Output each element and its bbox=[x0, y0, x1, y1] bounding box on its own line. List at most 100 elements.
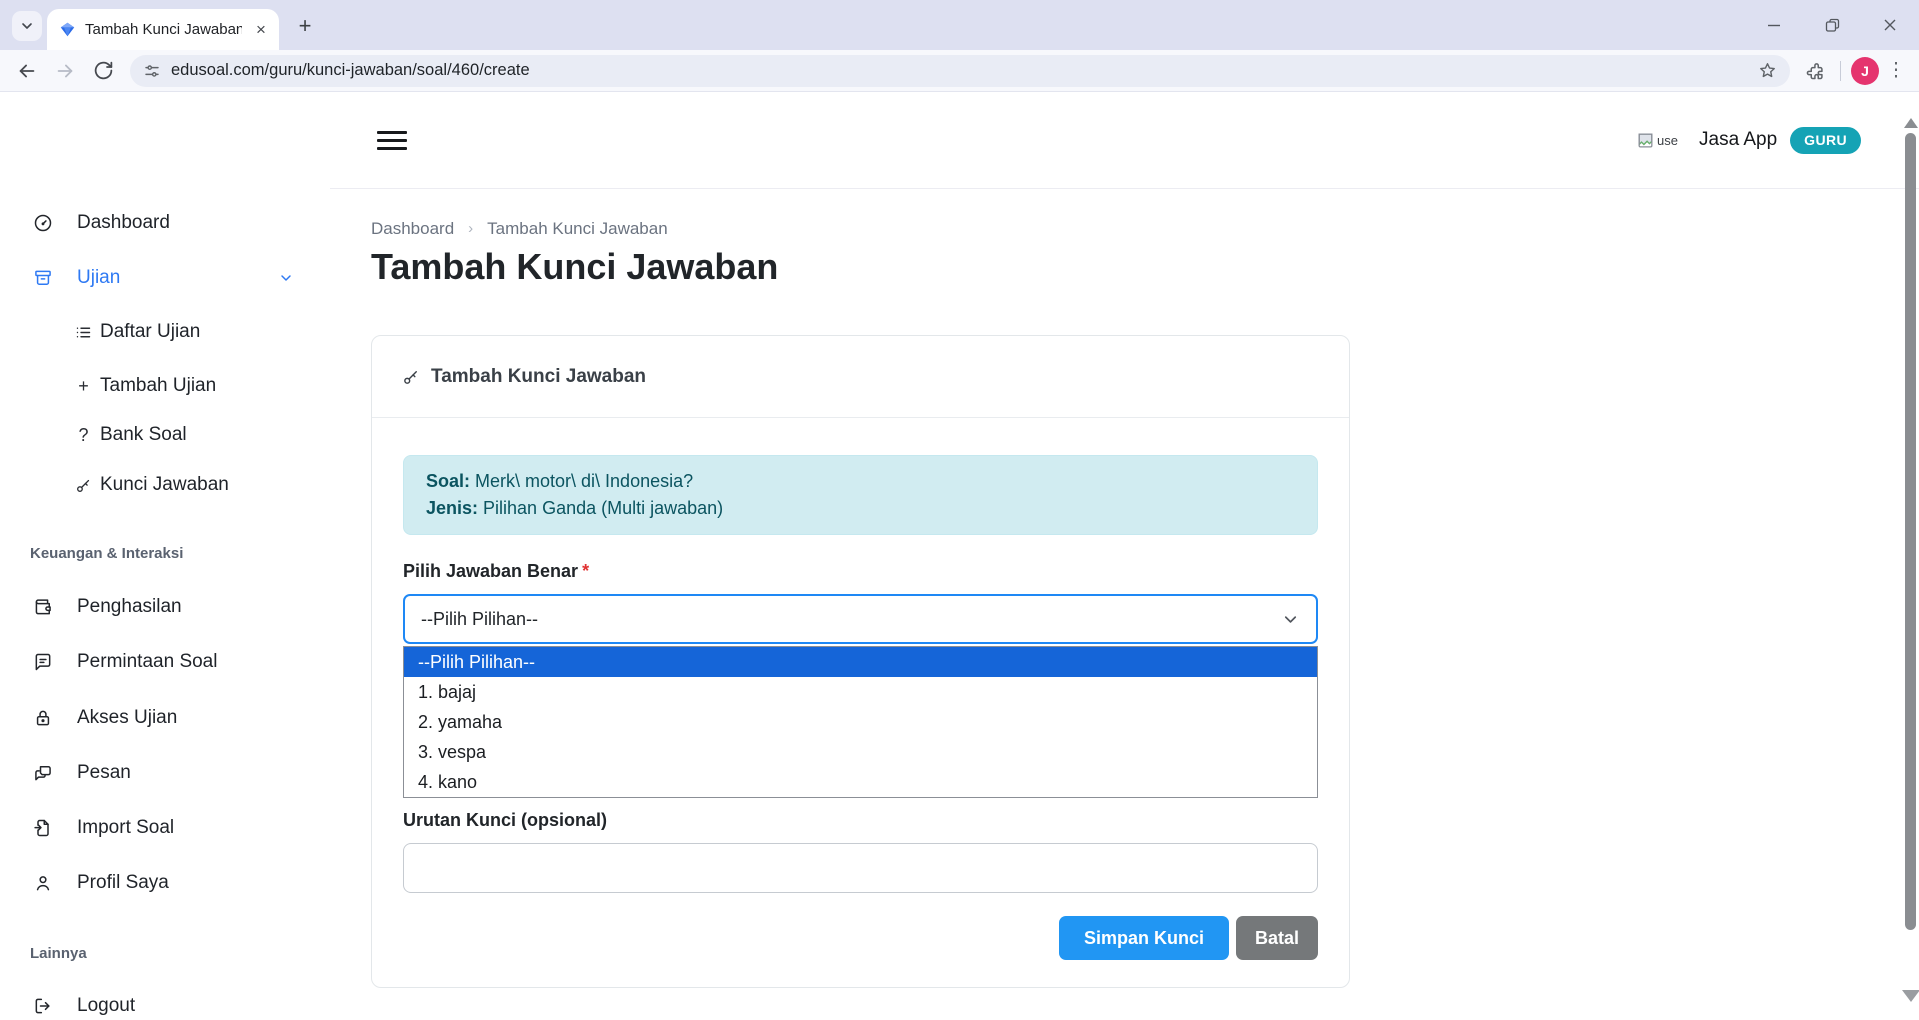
back-button[interactable] bbox=[10, 54, 44, 88]
sidebar-item-label: Kunci Jawaban bbox=[100, 474, 229, 496]
sidebar-section-keuangan: Keuangan & Interaksi bbox=[30, 542, 183, 564]
content: Dashboard › Tambah Kunci Jawaban Tambah … bbox=[330, 219, 1919, 988]
type-line: Jenis:Pilihan Ganda (Multi jawaban) bbox=[426, 495, 1295, 522]
select-option[interactable]: 1. bajaj bbox=[404, 677, 1317, 707]
answer-select-label: Pilih Jawaban Benar* bbox=[403, 561, 1318, 582]
cancel-button[interactable]: Batal bbox=[1236, 916, 1318, 960]
site-info-icon[interactable] bbox=[143, 62, 161, 80]
card-header-title: Tambah Kunci Jawaban bbox=[431, 366, 646, 388]
hamburger-menu-icon[interactable] bbox=[377, 131, 407, 150]
required-mark: * bbox=[582, 561, 589, 581]
save-button[interactable]: Simpan Kunci bbox=[1059, 916, 1229, 960]
order-input[interactable] bbox=[403, 843, 1318, 893]
user-name: Jasa App bbox=[1699, 129, 1777, 151]
wallet-icon bbox=[33, 597, 53, 617]
user-avatar-broken-image: use bbox=[1636, 120, 1686, 160]
app-header: use Jasa App GURU bbox=[330, 92, 1919, 189]
sidebar-item-label: Daftar Ujian bbox=[100, 321, 200, 343]
archive-icon bbox=[33, 268, 53, 288]
browser-tab-strip: Tambah Kunci Jawaban | Guru S × + bbox=[0, 0, 1919, 50]
form-actions: Simpan Kunci Batal bbox=[403, 916, 1318, 960]
chevron-down-icon bbox=[278, 270, 294, 286]
sidebar-item-logout[interactable]: Logout bbox=[0, 992, 330, 1020]
sidebar-item-penghasilan[interactable]: Penghasilan bbox=[0, 593, 330, 621]
sidebar-item-permintaan-soal[interactable]: Permintaan Soal bbox=[0, 648, 330, 676]
answer-key-card: Tambah Kunci Jawaban Soal:Merk\ motor\ d… bbox=[371, 335, 1350, 988]
sidebar-item-kunci-jawaban[interactable]: Kunci Jawaban bbox=[0, 471, 330, 499]
chevron-down-icon bbox=[19, 18, 35, 34]
key-icon bbox=[75, 475, 92, 495]
sidebar-item-import-soal[interactable]: Import Soal bbox=[0, 814, 330, 842]
breadcrumb-dashboard-link[interactable]: Dashboard bbox=[371, 219, 454, 239]
logout-icon bbox=[33, 996, 53, 1016]
window-close-button[interactable] bbox=[1861, 0, 1919, 50]
toolbar-separator bbox=[1840, 61, 1841, 81]
question-info-alert: Soal:Merk\ motor\ di\ Indonesia? Jenis:P… bbox=[403, 455, 1318, 535]
sidebar-item-profil-saya[interactable]: Profil Saya bbox=[0, 869, 330, 897]
address-bar[interactable]: edusoal.com/guru/kunci-jawaban/soal/460/… bbox=[130, 55, 1790, 87]
lock-icon bbox=[33, 708, 53, 728]
sidebar-item-label: Pesan bbox=[77, 762, 131, 784]
forward-button[interactable] bbox=[48, 54, 82, 88]
reload-button[interactable] bbox=[86, 54, 120, 88]
sidebar-item-label: Dashboard bbox=[77, 212, 170, 234]
scrollbar-down-arrow[interactable] bbox=[1902, 990, 1919, 1002]
key-icon bbox=[402, 368, 420, 386]
page: Dashboard Ujian Daftar Ujian + Tambah Uj… bbox=[0, 92, 1919, 1015]
sidebar-item-label: Akses Ujian bbox=[77, 707, 177, 729]
main-area: use Jasa App GURU Dashboard › Tambah Kun… bbox=[330, 92, 1919, 1015]
question-line: Soal:Merk\ motor\ di\ Indonesia? bbox=[426, 468, 1295, 495]
sidebar-item-dashboard[interactable]: Dashboard bbox=[0, 209, 330, 237]
new-tab-button[interactable]: + bbox=[292, 13, 318, 39]
answer-select[interactable]: --Pilih Pilihan-- bbox=[403, 594, 1318, 644]
answer-select-value: --Pilih Pilihan-- bbox=[421, 609, 538, 630]
chats-icon bbox=[33, 763, 53, 783]
sidebar-item-pesan[interactable]: Pesan bbox=[0, 759, 330, 787]
sidebar-item-ujian[interactable]: Ujian bbox=[0, 264, 330, 292]
card-header: Tambah Kunci Jawaban bbox=[372, 336, 1349, 418]
tab-search-button[interactable] bbox=[12, 11, 42, 41]
sidebar-item-label: Permintaan Soal bbox=[77, 651, 217, 673]
list-icon bbox=[75, 322, 92, 342]
sidebar-item-tambah-ujian[interactable]: + Tambah Ujian bbox=[0, 372, 330, 400]
import-icon bbox=[33, 818, 53, 838]
scrollbar-up-arrow[interactable] bbox=[1904, 118, 1918, 128]
select-option[interactable]: 4. kano bbox=[404, 767, 1317, 797]
window-minimize-button[interactable] bbox=[1745, 0, 1803, 50]
tab-title: Tambah Kunci Jawaban | Guru S bbox=[85, 21, 242, 38]
broken-image-icon bbox=[1636, 131, 1655, 150]
card-body: Soal:Merk\ motor\ di\ Indonesia? Jenis:P… bbox=[372, 418, 1349, 987]
avatar-alt-text: use bbox=[1657, 133, 1678, 148]
sidebar-item-label: Ujian bbox=[77, 267, 120, 289]
select-option[interactable]: --Pilih Pilihan-- bbox=[404, 647, 1317, 677]
order-input-label: Urutan Kunci (opsional) bbox=[403, 810, 1318, 831]
user-icon bbox=[33, 873, 53, 893]
browser-tab[interactable]: Tambah Kunci Jawaban | Guru S × bbox=[47, 9, 279, 50]
question-icon: ? bbox=[75, 425, 92, 445]
scrollbar-thumb[interactable] bbox=[1905, 133, 1916, 930]
jenis-text: Pilihan Ganda (Multi jawaban) bbox=[483, 498, 723, 518]
comment-icon bbox=[33, 652, 53, 672]
select-option[interactable]: 3. vespa bbox=[404, 737, 1317, 767]
sidebar-item-bank-soal[interactable]: ? Bank Soal bbox=[0, 421, 330, 449]
select-option[interactable]: 2. yamaha bbox=[404, 707, 1317, 737]
site-favicon-icon bbox=[59, 21, 76, 38]
jenis-label: Jenis: bbox=[426, 498, 478, 518]
sidebar-item-label: Import Soal bbox=[77, 817, 174, 839]
browser-menu-icon[interactable]: ⋮ bbox=[1883, 59, 1909, 82]
sidebar-item-daftar-ujian[interactable]: Daftar Ujian bbox=[0, 318, 330, 346]
window-restore-button[interactable] bbox=[1803, 0, 1861, 50]
soal-text: Merk\ motor\ di\ Indonesia? bbox=[475, 471, 693, 491]
role-badge: GURU bbox=[1790, 127, 1861, 154]
window-controls bbox=[1745, 0, 1919, 50]
tab-close-icon[interactable]: × bbox=[251, 20, 271, 40]
sidebar-item-akses-ujian[interactable]: Akses Ujian bbox=[0, 704, 330, 732]
sidebar-item-label: Bank Soal bbox=[100, 424, 187, 446]
sidebar: Dashboard Ujian Daftar Ujian + Tambah Uj… bbox=[0, 92, 330, 1015]
extensions-icon[interactable] bbox=[1800, 56, 1830, 86]
sidebar-section-lainnya: Lainnya bbox=[30, 942, 87, 964]
browser-profile-avatar[interactable]: J bbox=[1851, 57, 1879, 85]
answer-select-dropdown: --Pilih Pilihan-- 1. bajaj 2. yamaha 3. … bbox=[403, 646, 1318, 798]
bookmark-star-icon[interactable] bbox=[1752, 56, 1782, 86]
breadcrumb-current: Tambah Kunci Jawaban bbox=[487, 219, 668, 239]
